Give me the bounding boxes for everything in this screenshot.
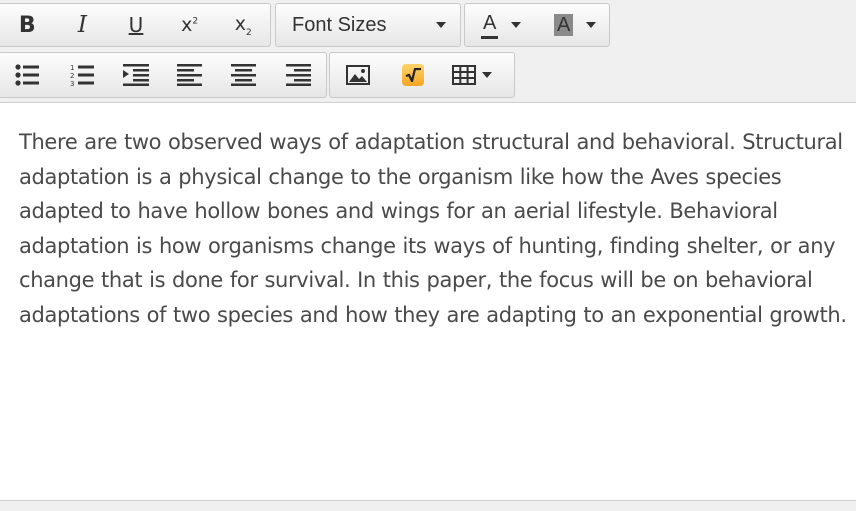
svg-text:2: 2	[70, 72, 74, 80]
bold-button[interactable]: B	[0, 4, 56, 46]
align-right-button[interactable]	[270, 53, 326, 97]
editor-paragraph: There are two observed ways of adaptatio…	[19, 130, 847, 327]
superscript-button[interactable]: x2	[163, 4, 217, 46]
paragraph-group: 1 2 3	[0, 52, 327, 98]
svg-text:3: 3	[70, 80, 74, 87]
align-left-button[interactable]	[163, 53, 217, 97]
font-sizes-dropdown[interactable]: Font Sizes	[275, 3, 461, 47]
format-group: B I U x2 x2	[0, 3, 271, 47]
insert-image-button[interactable]	[330, 53, 386, 97]
numbered-list-button[interactable]: 1 2 3	[56, 53, 110, 97]
align-center-button[interactable]	[217, 53, 271, 97]
text-color-button[interactable]: A	[465, 4, 539, 46]
chevron-down-icon	[511, 22, 522, 28]
align-center-icon	[231, 64, 256, 86]
underline-button[interactable]: U	[109, 4, 163, 46]
table-icon	[452, 65, 476, 85]
chevron-down-icon	[482, 72, 492, 78]
color-group: A A	[464, 3, 610, 47]
editor-toolbar: B I U x2 x2 Font Sizes A A 1 2 3	[0, 0, 856, 103]
align-left-icon	[177, 64, 203, 86]
editor-statusbar	[0, 500, 856, 511]
italic-label: I	[77, 12, 87, 38]
text-color-icon: A	[481, 12, 499, 39]
math-icon	[402, 64, 424, 86]
chevron-down-icon	[436, 22, 446, 28]
indent-button[interactable]	[109, 53, 163, 97]
highlight-color-button[interactable]: A	[539, 4, 609, 46]
insert-table-button[interactable]	[440, 53, 514, 97]
bullet-list-button[interactable]	[0, 53, 56, 97]
indent-icon	[123, 64, 150, 86]
chevron-down-icon	[586, 22, 597, 28]
superscript-label: x2	[181, 14, 199, 36]
font-sizes-label: Font Sizes	[292, 13, 387, 36]
image-icon	[346, 65, 370, 85]
bold-label: B	[18, 12, 36, 38]
svg-text:1: 1	[70, 64, 74, 72]
align-right-icon	[285, 64, 311, 86]
subscript-label: x2	[234, 12, 252, 38]
insert-math-button[interactable]	[386, 53, 440, 97]
italic-button[interactable]: I	[56, 4, 110, 46]
subscript-button[interactable]: x2	[216, 4, 270, 46]
numbered-list-icon: 1 2 3	[70, 64, 95, 87]
highlight-color-icon: A	[554, 14, 574, 36]
editor-content-area[interactable]: There are two observed ways of adaptatio…	[0, 103, 856, 500]
insert-group	[329, 52, 515, 98]
bullet-list-icon	[15, 64, 40, 86]
underline-label: U	[128, 13, 144, 37]
